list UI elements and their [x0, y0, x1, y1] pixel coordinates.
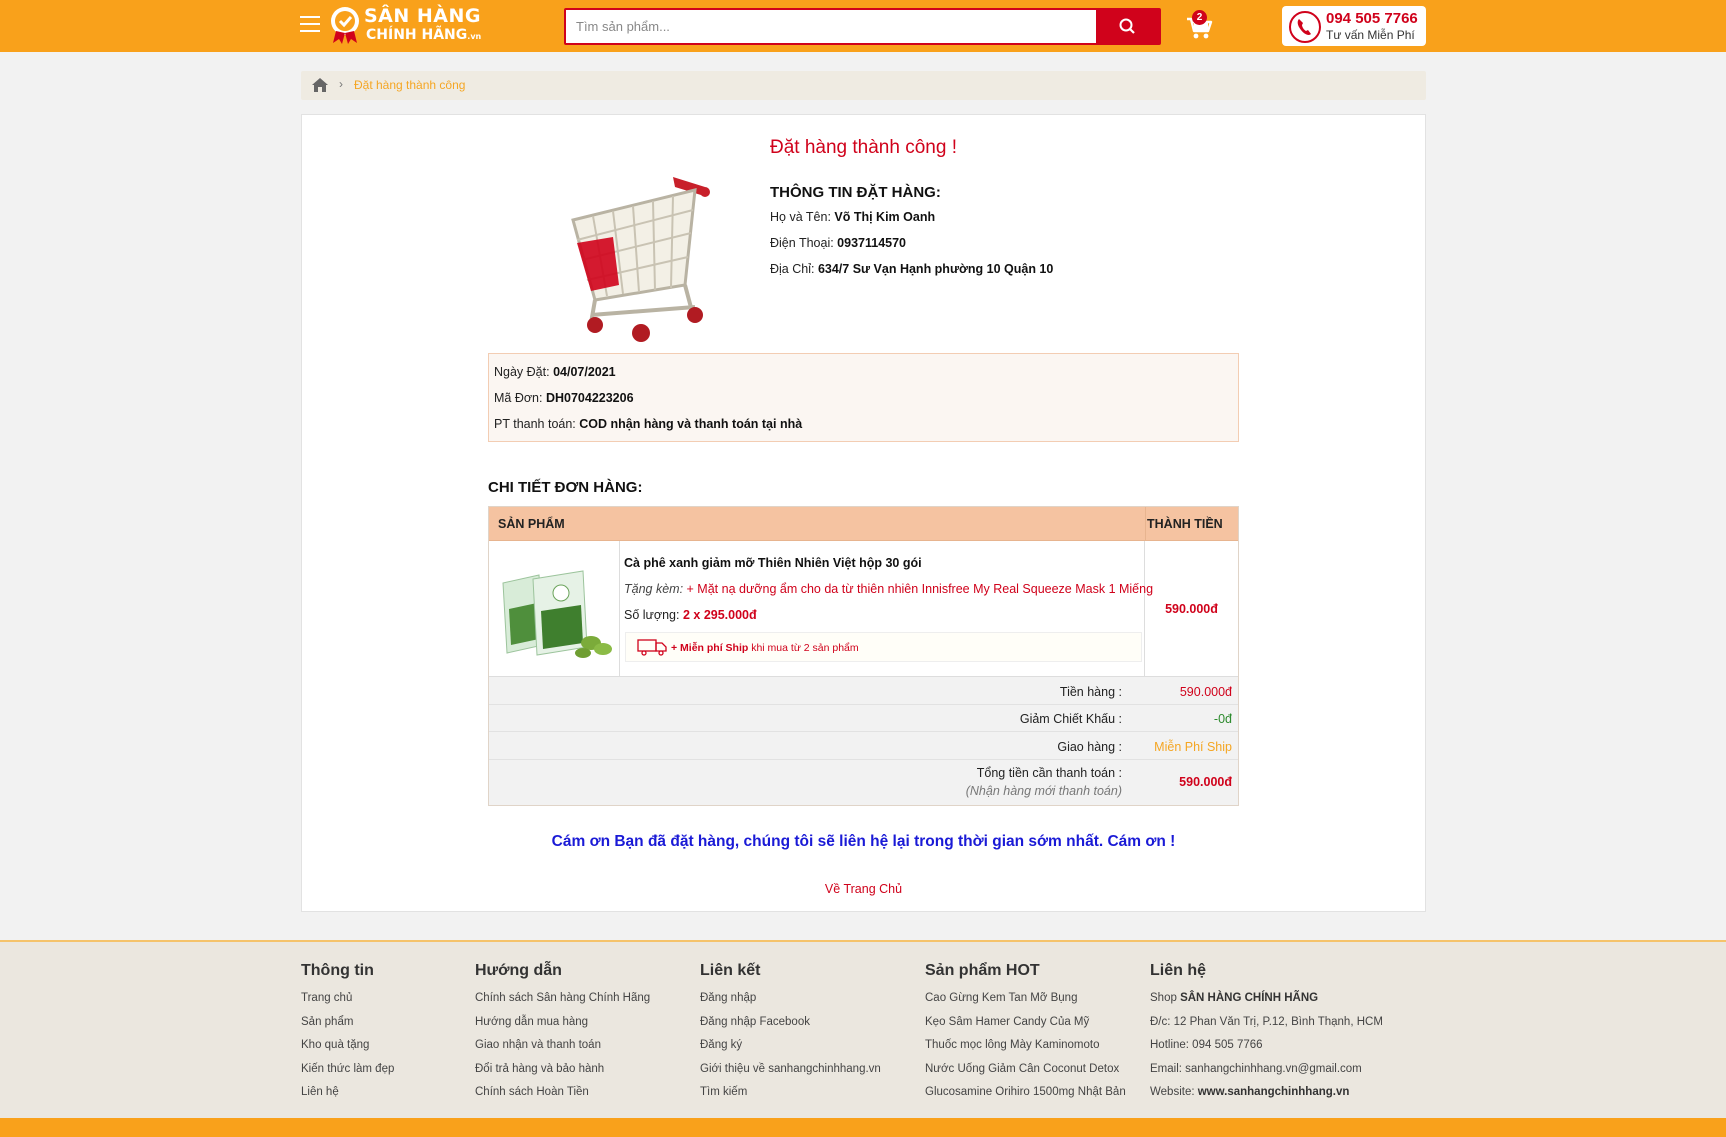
product-image[interactable]: [499, 569, 614, 659]
free-ship-text: + Miễn phí Ship khi mua từ 2 sản phẩm: [671, 642, 859, 654]
logo-text-line1: SÂN HÀNG: [364, 5, 482, 27]
footer-col-links: Liên kết Đăng nhập Đăng nhập Facebook Đă…: [700, 962, 881, 1110]
grand-total-row: Tổng tiền cần thanh toán : (Nhận hàng mớ…: [489, 760, 1238, 805]
hotline-box[interactable]: 094 505 7766 Tư vấn Miễn Phí: [1282, 6, 1426, 46]
table-header: SẢN PHẨM THÀNH TIỀN: [489, 507, 1238, 541]
shipping-label: Giao hàng :: [1057, 740, 1122, 754]
grand-total-label: Tổng tiền cần thanh toán :: [976, 766, 1122, 780]
footer-col-guide: Hướng dẫn Chính sách Sân hàng Chính Hãng…: [475, 962, 650, 1110]
order-details-table: SẢN PHẨM THÀNH TIỀN Cà phê xanh giảm mỡ …: [488, 506, 1239, 806]
hotline-number: 094 505 7766: [1326, 10, 1418, 27]
grand-total-note: (Nhận hàng mới thanh toán): [965, 784, 1122, 798]
footer-email[interactable]: Email: sanhangchinhhang.vn@gmail.com: [1150, 1063, 1383, 1087]
product-info-cell: Cà phê xanh giảm mỡ Thiên Nhiên Việt hộp…: [620, 541, 1153, 677]
footer-col-title: Liên kết: [700, 962, 761, 979]
footer-link[interactable]: Đăng nhập Facebook: [700, 1016, 881, 1040]
order-success-card: Đặt hàng thành công ! THÔNG TIN ĐẶT HÀNG…: [301, 114, 1426, 912]
search-input[interactable]: [566, 10, 1096, 43]
logo-badge-icon: [331, 7, 359, 44]
footer-link[interactable]: Đăng ký: [700, 1039, 881, 1063]
customer-phone: Điện Thoại: 0937114570: [770, 236, 907, 250]
cart-count-badge: 2: [1192, 10, 1207, 25]
column-header-total: THÀNH TIỀN: [1147, 517, 1223, 531]
logo-text-line2: CHÍNH HÃNG.vn: [366, 27, 482, 43]
shipping-value: Miễn Phí Ship: [1154, 740, 1232, 754]
top-header: SÂN HÀNG CHÍNH HÃNG.vn 2 094 505 7766 Tư…: [0, 0, 1726, 52]
breadcrumb-current: Đặt hàng thành công: [354, 78, 466, 92]
footer-website[interactable]: Website: www.sanhangchinhhang.vn: [1150, 1086, 1383, 1110]
footer-col-title: Thông tin: [301, 962, 374, 979]
subtotal-value: 590.000đ: [1179, 685, 1232, 699]
footer: Thông tin Trang chủ Sản phẩm Kho quà tặn…: [0, 940, 1726, 1137]
footer-col-info: Thông tin Trang chủ Sản phẩm Kho quà tặn…: [301, 962, 394, 1110]
subtotal-row: Tiền hàng : 590.000đ: [489, 677, 1238, 705]
customer-name: Họ và Tên: Võ Thị Kim Oanh: [770, 210, 936, 224]
success-title: Đặt hàng thành công !: [770, 137, 957, 158]
search-icon: [1119, 18, 1135, 34]
product-line-total: 590.000đ: [1165, 602, 1218, 616]
footer-link[interactable]: Nước Uống Giảm Cân Coconut Detox: [925, 1063, 1126, 1087]
footer-col-title: Sản phẩm HOT: [925, 962, 1040, 979]
product-gift: Tặng kèm: + Mặt nạ dưỡng ẩm cho da từ th…: [624, 582, 1154, 596]
footer-link[interactable]: Giới thiệu về sanhangchinhhang.vn: [700, 1063, 881, 1087]
shopping-cart-illustration: [571, 177, 710, 342]
footer-link[interactable]: Tìm kiếm: [700, 1086, 881, 1110]
search-button[interactable]: [1096, 10, 1159, 43]
footer-link[interactable]: Kho quà tặng: [301, 1039, 394, 1063]
footer-col-hot-products: Sản phẩm HOT Cao Gừng Kem Tan Mỡ Bụng Kẹ…: [925, 962, 1126, 1110]
product-quantity: Số lượng: 2 x 295.000đ: [624, 608, 757, 622]
back-to-home-link[interactable]: Về Trang Chủ: [302, 882, 1425, 896]
order-code: Mã Đơn: DH0704223206: [494, 391, 634, 405]
footer-col-title: Liên hệ: [1150, 962, 1207, 979]
hotline-subtitle: Tư vấn Miễn Phí: [1326, 28, 1415, 42]
footer-link[interactable]: Liên hệ: [301, 1086, 394, 1110]
footer-link[interactable]: Hướng dẫn mua hàng: [475, 1016, 650, 1040]
breadcrumb-separator: ›: [339, 77, 343, 91]
discount-row: Giảm Chiết Khấu : -0đ: [489, 705, 1238, 732]
footer-col-title: Hướng dẫn: [475, 962, 562, 979]
order-meta-box: Ngày Đặt: 04/07/2021 Mã Đơn: DH070422320…: [488, 353, 1239, 442]
footer-col-contact: Liên hệ Shop SÂN HÀNG CHÍNH HÃNG Đ/c: 12…: [1150, 962, 1383, 1110]
home-icon[interactable]: [311, 77, 329, 93]
footer-link[interactable]: Glucosamine Orihiro 1500mg Nhật Bản: [925, 1086, 1126, 1110]
footer-link[interactable]: Chính sách Sân hàng Chính Hãng: [475, 992, 650, 1016]
discount-value: -0đ: [1213, 712, 1232, 726]
order-date: Ngày Đặt: 04/07/2021: [494, 365, 616, 379]
discount-label: Giảm Chiết Khấu :: [1019, 712, 1122, 726]
footer-link[interactable]: Kẹo Sâm Hamer Candy Của Mỹ: [925, 1016, 1126, 1040]
footer-link[interactable]: Trang chủ: [301, 992, 394, 1016]
bottom-bar: [0, 1118, 1726, 1137]
footer-link[interactable]: Chính sách Hoàn Tiền: [475, 1086, 650, 1110]
footer-link[interactable]: Thuốc mọc lông Mày Kaminomoto: [925, 1039, 1126, 1063]
footer-link[interactable]: Sản phẩm: [301, 1016, 394, 1040]
delivery-truck-icon: [637, 639, 667, 656]
footer-link[interactable]: Cao Gừng Kem Tan Mỡ Bụng: [925, 992, 1126, 1016]
footer-link[interactable]: Kiến thức làm đẹp: [301, 1063, 394, 1087]
grand-total-value: 590.000đ: [1179, 775, 1232, 789]
search-bar: [564, 8, 1161, 45]
footer-link[interactable]: Đăng nhập: [700, 992, 881, 1016]
order-details-title: CHI TIẾT ĐƠN HÀNG:: [488, 479, 643, 496]
site-logo[interactable]: SÂN HÀNG CHÍNH HÃNG.vn: [328, 3, 482, 47]
footer-shop-name: Shop SÂN HÀNG CHÍNH HÃNG: [1150, 992, 1319, 1004]
shipping-row: Giao hàng : Miễn Phí Ship: [489, 732, 1238, 760]
payment-method: PT thanh toán: COD nhận hàng và thanh to…: [494, 417, 803, 431]
column-header-product: SẢN PHẨM: [498, 517, 565, 531]
hamburger-menu-icon[interactable]: [300, 16, 320, 34]
order-info-title: THÔNG TIN ĐẶT HÀNG:: [770, 184, 941, 201]
product-image-cell: [489, 541, 620, 677]
thanks-message: Cám ơn Bạn đã đặt hàng, chúng tôi sẽ liê…: [551, 833, 1176, 850]
subtotal-label: Tiền hàng :: [1059, 685, 1122, 699]
product-name[interactable]: Cà phê xanh giảm mỡ Thiên Nhiên Việt hộp…: [624, 556, 922, 570]
footer-link[interactable]: Đổi trả hàng và bảo hành: [475, 1063, 650, 1087]
footer-hotline[interactable]: Hotline: 094 505 7766: [1150, 1039, 1383, 1063]
breadcrumb: › Đặt hàng thành công: [301, 71, 1426, 100]
free-ship-note: + Miễn phí Ship khi mua từ 2 sản phẩm: [625, 632, 1142, 662]
customer-address: Địa Chỉ: 634/7 Sư Vạn Hạnh phường 10 Quậ…: [770, 262, 1054, 276]
phone-icon: [1289, 11, 1321, 43]
footer-address: Đ/c: 12 Phan Văn Trị, P.12, Bình Thạnh, …: [1150, 1015, 1383, 1028]
table-row: Cà phê xanh giảm mỡ Thiên Nhiên Việt hộp…: [489, 541, 1238, 677]
footer-link[interactable]: Giao nhận và thanh toán: [475, 1039, 650, 1063]
